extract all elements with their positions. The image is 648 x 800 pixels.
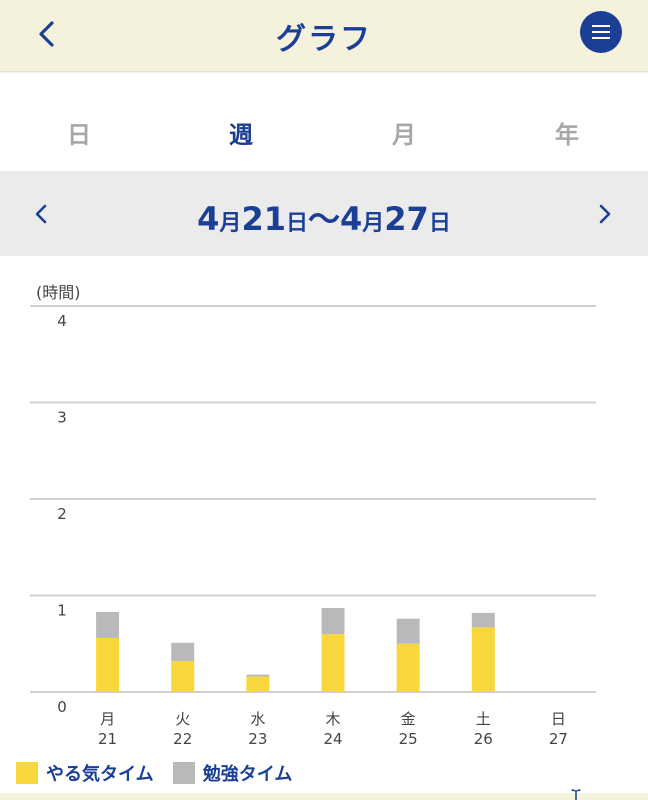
bar-segment-motivation (321, 634, 345, 692)
menu-button[interactable] (580, 11, 622, 53)
bar-segment-study (471, 612, 495, 628)
tab-month[interactable]: 月 (364, 115, 444, 150)
y-tick-label: 4 (57, 312, 67, 330)
x-tick-day: 木 (325, 710, 340, 728)
y-tick-label: 0 (57, 698, 67, 716)
hamburger-icon (592, 25, 610, 39)
tab-day[interactable]: 日 (39, 115, 119, 150)
x-tick-date: 21 (98, 730, 117, 748)
bar-segment-study (321, 608, 345, 635)
date-range-label: 4月21日〜4月27日 (197, 200, 451, 238)
bar-segment-motivation (171, 661, 195, 692)
x-tick-date: 22 (173, 730, 192, 748)
x-tick-date: 24 (323, 730, 342, 748)
sprout-icon (571, 789, 581, 800)
y-axis-label: (時間) (36, 283, 81, 302)
next-week-button[interactable] (590, 200, 618, 228)
legend-swatch-yellow (16, 762, 38, 784)
chart-card: (時間) 0 1 2 3 4 月 21 火 22 水 23 木 24 金 25 土 26 日 27 やる気タイム 勉強… (0, 256, 648, 800)
period-tabs: 日 週 月 年 (0, 73, 648, 171)
x-tick-day: 月 (100, 710, 115, 728)
legend-item-motivation: やる気タイム (16, 760, 154, 786)
x-tick-day: 火 (175, 710, 190, 728)
legend-item-study: 勉強タイム (172, 760, 292, 786)
bar-segment-study (246, 674, 270, 677)
tab-week[interactable]: 週 (201, 115, 281, 150)
bar-segment-study (396, 618, 420, 644)
date-range-bar: 4月21日〜4月27日 (0, 172, 648, 256)
tab-year[interactable]: 年 (527, 115, 607, 150)
x-tick-date: 25 (399, 730, 418, 748)
chevron-right-icon (599, 204, 611, 224)
stacked-bar-chart: (時間)01234月21火22水23木24金25土26日27 (30, 283, 596, 748)
x-tick-day: 土 (476, 710, 491, 728)
x-tick-day: 日 (551, 710, 566, 728)
page-title: グラフ (276, 22, 372, 57)
x-tick-date: 27 (549, 730, 568, 748)
y-tick-label: 3 (57, 409, 67, 427)
y-tick-label: 1 (57, 602, 67, 620)
app-header: グラフ (0, 0, 648, 72)
bar-segment-study (96, 611, 120, 638)
bar-segment-motivation (471, 627, 495, 692)
chart-legend: やる気タイム 勉強タイム (16, 760, 306, 788)
x-tick-day: 金 (401, 710, 416, 728)
bar-segment-study (171, 642, 195, 662)
bar-segment-motivation (96, 637, 120, 692)
x-tick-date: 26 (474, 730, 493, 748)
legend-swatch-gray (172, 762, 195, 784)
y-tick-label: 2 (57, 505, 67, 523)
bar-segment-motivation (246, 676, 270, 692)
x-tick-date: 23 (248, 730, 267, 748)
bar-segment-motivation (396, 643, 420, 692)
bottom-bar (0, 793, 648, 800)
x-tick-day: 水 (250, 710, 265, 728)
